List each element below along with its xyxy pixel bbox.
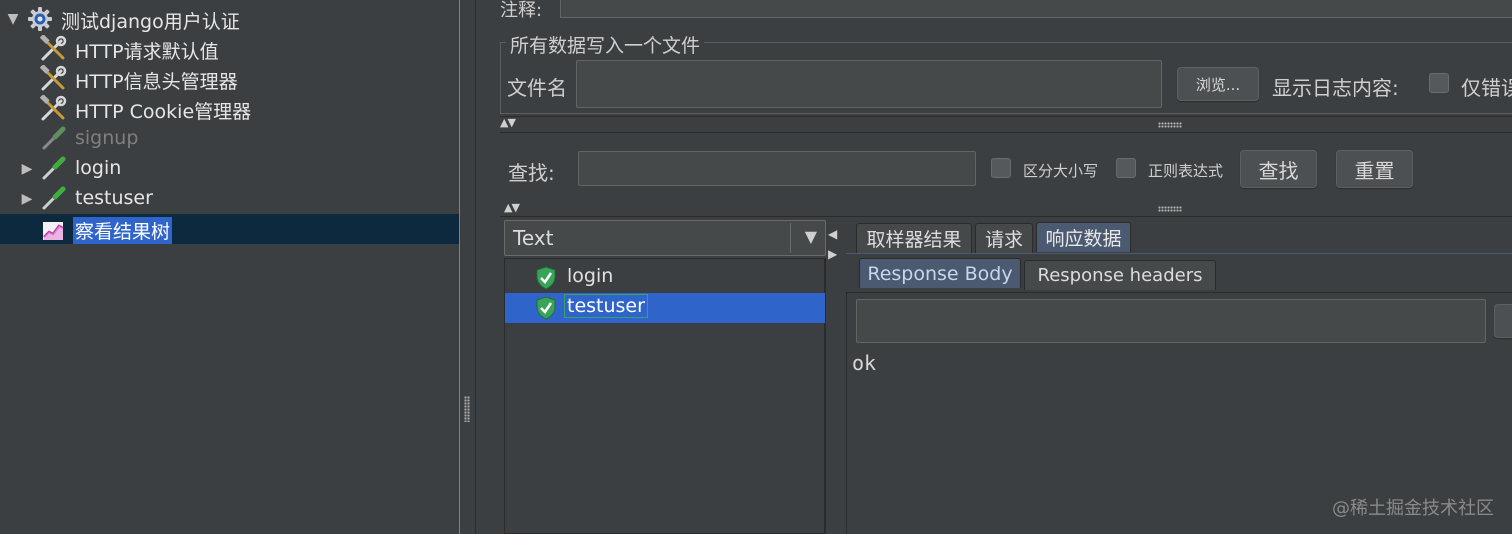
response-search-button[interactable] [1494,304,1512,338]
list-item-label: testuser [564,294,648,318]
case-sensitive-label: 区分大小写 [1023,162,1099,180]
search-input[interactable] [578,151,976,186]
splitter-arrows-icon[interactable]: ▲▼ [500,116,516,129]
list-item-label: login [567,265,614,287]
tree-item-http-defaults[interactable]: HTTP请求默认值 [0,34,459,64]
renderer-select-value: Text [513,226,554,250]
divider [846,253,1512,254]
divider [500,132,1512,133]
chevron-down-icon[interactable]: ▼ [805,227,817,246]
success-shield-icon [535,266,557,290]
search-label: 查找: [508,161,555,185]
wrench-hammer-icon [39,35,67,63]
tree-item-testuser[interactable]: ▶ testuser [0,184,459,214]
pipette-icon [39,185,67,213]
tree-item-cookie-manager[interactable]: HTTP Cookie管理器 [0,94,459,124]
browse-button[interactable]: 浏览... [1177,67,1259,101]
tree-item-view-results-tree[interactable]: 察看结果树 [0,214,459,244]
results-tree-panel: 注释: 所有数据写入一个文件 文件名 浏览... 显示日志内容: 仅错误 ▲▼ … [476,0,1512,534]
response-body-text: ok [852,351,877,375]
pipette-icon [39,125,67,153]
filename-input[interactable] [576,60,1162,108]
tree-item-login[interactable]: ▶ login [0,154,459,184]
tree-item-label: HTTP请求默认值 [75,41,219,63]
response-search-input[interactable] [856,299,1486,343]
tree-item-label: 测试django用户认证 [61,11,240,33]
gear-icon [26,5,54,33]
chart-icon [40,216,68,244]
file-section-title: 所有数据写入一个文件 [506,31,705,58]
tree-item-test-plan[interactable]: ▼ 测试django用户认证 [0,4,459,34]
wrench-hammer-icon [39,95,67,123]
pipette-icon [39,155,67,183]
regex-checkbox[interactable] [1116,158,1136,178]
tree-item-header-manager[interactable]: HTTP信息头管理器 [0,64,459,94]
expand-right-icon[interactable]: ▶ [20,191,34,207]
list-item[interactable]: login [505,263,825,293]
case-sensitive-checkbox[interactable] [991,158,1011,178]
splitter-grip-icon[interactable] [1158,122,1182,128]
comment-field[interactable] [560,0,1512,18]
tab-response-headers[interactable]: Response headers [1024,260,1216,290]
divider [790,223,791,253]
tab-response-data[interactable]: 响应数据 [1036,222,1131,252]
sample-result-list[interactable]: login testuser [504,258,826,534]
expand-right-icon[interactable]: ▶ [20,161,34,177]
tree-item-label: testuser [75,187,153,209]
splitter-grip-icon[interactable] [1158,206,1182,212]
regex-label: 正则表达式 [1148,162,1224,180]
tab-sampler-result[interactable]: 取样器结果 [856,223,972,253]
watermark: @稀土掘金技术社区 [1332,498,1494,519]
log-display-label: 显示日志内容: [1272,76,1399,100]
filename-label: 文件名 [507,76,567,100]
expand-down-icon[interactable]: ▼ [6,11,20,27]
main-splitter[interactable] [459,0,476,534]
wrench-hammer-icon [39,65,67,93]
list-item[interactable]: testuser [505,293,825,323]
tree-item-label: 察看结果树 [73,217,173,244]
splitter-arrows-icon[interactable]: ▲▼ [504,201,520,214]
renderer-select[interactable]: Text ▼ [504,220,826,256]
test-plan-tree[interactable]: ▼ 测试django用户认证 HTTP请求默认值 HTTP信息头管理器 HTTP… [0,0,459,534]
tree-item-label: HTTP信息头管理器 [75,71,238,93]
errors-only-label: 仅错误 [1461,76,1512,100]
find-button[interactable]: 查找 [1240,150,1317,188]
splitter-grip-icon[interactable] [464,396,470,422]
tab-request[interactable]: 请求 [975,223,1033,253]
reset-button[interactable]: 重置 [1336,150,1413,188]
divider [500,216,1512,217]
success-shield-icon [535,296,557,320]
tab-response-body[interactable]: Response Body [859,258,1021,288]
tree-item-label: HTTP Cookie管理器 [75,101,252,123]
collapse-left-icon[interactable]: ◀ ▶ [828,224,837,264]
tree-item-label: signup [75,127,139,149]
tree-item-label: login [75,157,122,179]
comment-label: 注释: [500,0,543,21]
errors-only-checkbox[interactable] [1429,73,1449,93]
tree-item-signup[interactable]: signup [0,124,459,154]
divider [500,116,1512,117]
